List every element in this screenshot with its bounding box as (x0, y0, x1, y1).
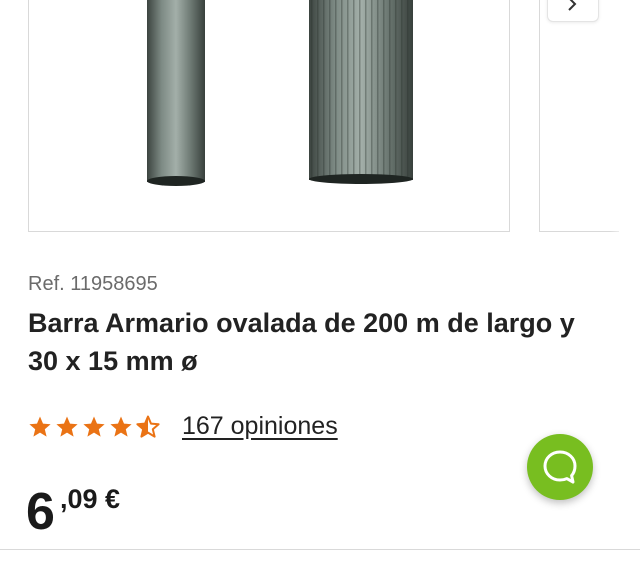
section-divider (0, 549, 640, 550)
chevron-right-icon (568, 0, 577, 11)
star-half-icon (136, 415, 160, 438)
product-image (147, 0, 413, 186)
product-title: Barra Armario ovalada de 200 m de largo … (28, 308, 575, 376)
next-image-card[interactable] (539, 0, 619, 232)
chat-bubble-icon (543, 450, 577, 484)
chat-button[interactable] (527, 434, 593, 500)
reviews-link[interactable]: 167 opiniones (182, 412, 338, 441)
product-gallery (0, 0, 640, 240)
product-rating[interactable]: 167 opiniones (28, 412, 338, 441)
price-decimal: ,09 € (60, 484, 121, 514)
gallery-fade (610, 0, 640, 240)
star-full-icon (56, 416, 78, 437)
star-full-icon (83, 416, 105, 437)
gallery-next-button[interactable] (547, 0, 599, 22)
rating-stars (28, 415, 160, 439)
product-image-card[interactable] (28, 0, 510, 232)
product-reference: Ref. 11958695 (28, 273, 158, 295)
star-full-icon (110, 416, 132, 437)
price-integer: 6 (26, 483, 55, 541)
star-full-icon (29, 416, 51, 437)
